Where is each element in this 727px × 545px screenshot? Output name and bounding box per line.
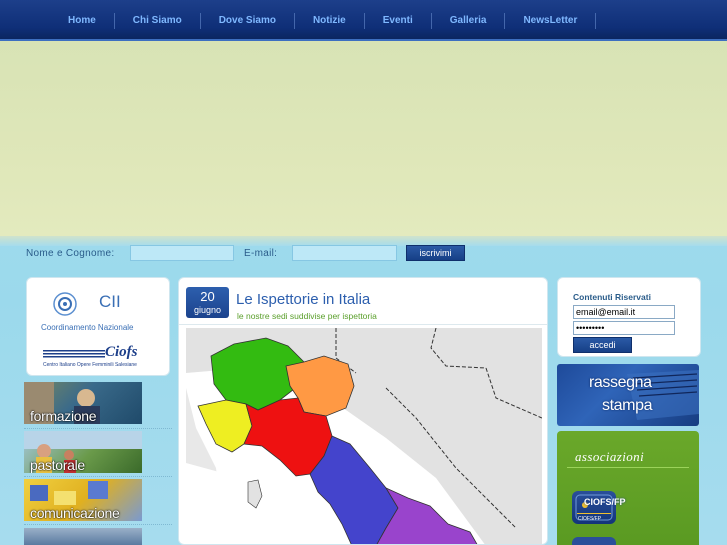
nav-item-chi-siamo: Chi Siamo [115, 0, 200, 41]
rassegna-stampa-banner[interactable]: rassegna stampa [557, 364, 699, 426]
left-divider [24, 428, 172, 429]
nav-link-chi-siamo[interactable]: Chi Siamo [115, 15, 200, 26]
login-submit-button[interactable]: accedi [573, 337, 632, 353]
nav-divider [113, 12, 115, 29]
news-post: 20 giugno Le Ispettorie in Italia le nos… [178, 277, 548, 545]
post-title[interactable]: Le Ispettorie in Italia [236, 291, 370, 308]
date-month: giugno [193, 305, 222, 315]
cii-title: CII [99, 292, 121, 311]
nav-item-eventi: Eventi [365, 0, 431, 41]
ciofsfp-logo-button[interactable]: CIOFS/FP [572, 491, 616, 524]
ciofs-logo: Ciofs [105, 344, 138, 360]
nav-link-eventi[interactable]: Eventi [365, 15, 431, 26]
nav-divider [363, 12, 365, 29]
nav-separator [595, 0, 597, 41]
top-navigation: Home Chi Siamo Dove Siamo Notizie Eventi… [0, 0, 727, 41]
date-badge: 20 giugno [186, 287, 229, 318]
nav-item-galleria: Galleria [432, 0, 505, 41]
italy-map[interactable] [186, 328, 542, 545]
nav-link-home[interactable]: Home [50, 15, 114, 26]
date-day: 20 [200, 289, 215, 304]
header-banner [0, 41, 727, 238]
section-comunicazione[interactable]: comunicazione [24, 479, 142, 521]
nav-item-newsletter: NewsLetter [505, 0, 595, 41]
associazioni-box: associazioni CIOFS/FP CIOFS/FP [557, 431, 699, 545]
associazioni-divider [567, 467, 689, 468]
nav-divider [504, 12, 506, 29]
pastorale-label: pastorale [30, 457, 85, 473]
nav-link-galleria[interactable]: Galleria [432, 15, 505, 26]
nav-item-dove-siamo: Dove Siamo [201, 0, 294, 41]
login-password-input[interactable] [573, 321, 675, 335]
left-divider [24, 476, 172, 477]
rassegna-label: rassegna [589, 374, 652, 391]
login-title: Contenuti Riservati [573, 292, 651, 302]
login-box: Contenuti Riservati accedi [557, 277, 701, 357]
nav-divider [595, 12, 597, 29]
ciofs-caption: Centro Italiano Opere Femminili Salesian… [43, 362, 137, 368]
nav-link-notizie[interactable]: Notizie [295, 15, 364, 26]
cii-subtitle: Coordinamento Nazionale [41, 323, 134, 332]
post-subtitle: le nostre sedi suddivise per ispettoria [237, 311, 377, 321]
ciofsfp-caption: CIOFS/FP [578, 516, 602, 522]
subscribe-button[interactable]: iscrivimi [406, 245, 465, 261]
post-divider [179, 324, 547, 325]
name-input[interactable] [130, 245, 234, 261]
nav-menu: Home Chi Siamo Dove Siamo Notizie Eventi… [50, 0, 597, 41]
nav-divider [430, 12, 432, 29]
stampa-label: stampa [602, 397, 653, 414]
left-divider [24, 524, 172, 525]
comunicazione-label: comunicazione [30, 505, 120, 521]
name-label: Nome e Cognome: [26, 248, 115, 259]
next-association-logo[interactable] [572, 537, 616, 545]
nav-divider [293, 12, 295, 29]
nav-link-dove-siamo[interactable]: Dove Siamo [201, 15, 294, 26]
email-input[interactable] [292, 245, 397, 261]
ciofsfp-label: CIOFS/FP [584, 497, 626, 507]
nav-divider [199, 12, 201, 29]
formazione-label: formazione [30, 408, 97, 424]
nav-link-newsletter[interactable]: NewsLetter [505, 15, 595, 26]
nav-item-notizie: Notizie [295, 0, 364, 41]
section-pastorale[interactable]: pastorale [24, 431, 142, 473]
associazioni-title: associazioni [575, 449, 645, 464]
section-formazione[interactable]: formazione [24, 382, 142, 424]
cii-logo-box[interactable]: CII Coordinamento Nazionale Ciofs Centro… [26, 277, 170, 376]
ciofs-logo-stripes [43, 350, 105, 358]
email-label: E-mail: [244, 248, 278, 259]
cii-globe-icon [53, 292, 77, 316]
section-globe[interactable] [24, 528, 142, 545]
nav-item-home: Home [50, 0, 114, 41]
login-email-input[interactable] [573, 305, 675, 319]
newsletter-form: Nome e Cognome: E-mail: iscrivimi [0, 245, 727, 263]
